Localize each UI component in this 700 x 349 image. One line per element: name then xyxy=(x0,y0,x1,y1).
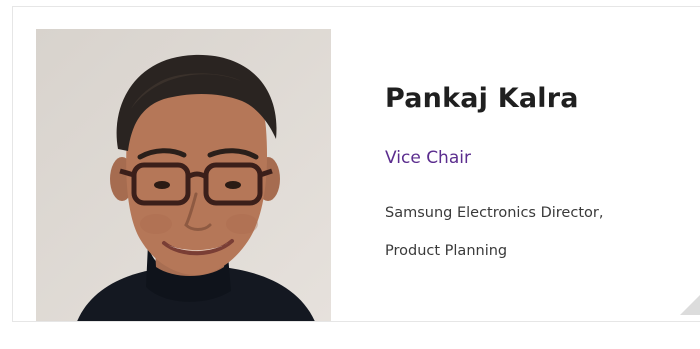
person-department: Product Planning xyxy=(385,243,508,259)
profile-card: Pankaj Kalra Vice Chair Samsung Electron… xyxy=(12,6,700,322)
page-curl-icon xyxy=(680,293,700,315)
person-role: Vice Chair xyxy=(385,148,471,168)
profile-photo xyxy=(36,29,331,321)
person-company-title: Samsung Electronics Director, xyxy=(385,205,604,221)
person-name: Pankaj Kalra xyxy=(385,83,579,114)
portrait-image xyxy=(36,29,331,321)
